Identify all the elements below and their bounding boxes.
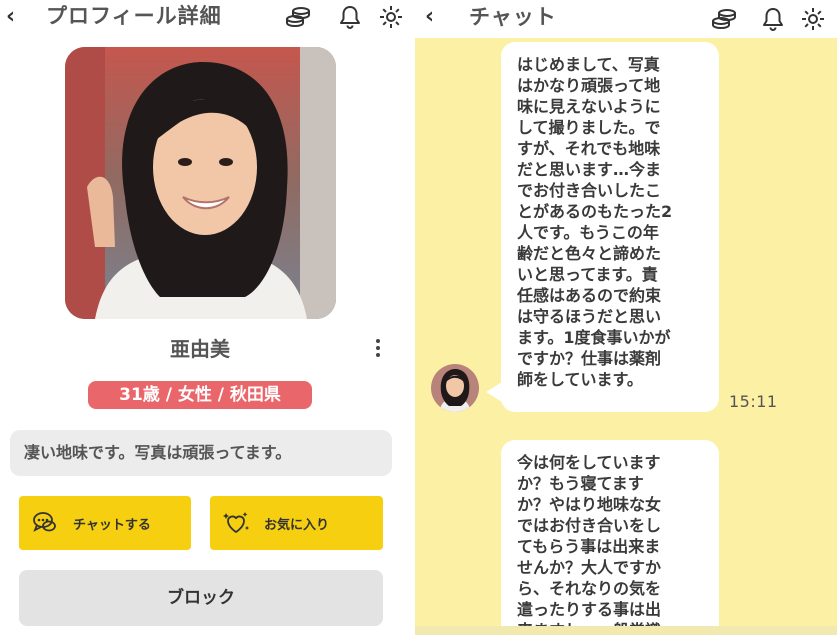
message-bubble: はじめまして、写真 はかなり頑張って地 味に見えないように して撮りました。で … [501, 42, 719, 412]
message-line: 師をしています。 [517, 370, 643, 389]
message-line: ですか？仕事は薬剤 [517, 349, 662, 368]
message-line: ます。1度食事いかが [517, 328, 671, 347]
message-line: 齢だと色々と諦めた [517, 244, 662, 263]
user-name: 亜由美 [170, 337, 230, 361]
message-line: ら、それなりの気を [517, 579, 662, 598]
chat-button[interactable]: チャットする [19, 496, 191, 550]
coins-icon[interactable] [285, 4, 311, 30]
bell-icon[interactable] [337, 4, 363, 30]
more-options-icon[interactable] [371, 336, 385, 362]
message-line: すが、それでも地味 [517, 139, 661, 158]
message-line: 任感はあるので約束 [517, 286, 662, 305]
profile-screen: ‹ プロフィール詳細 亜由美 31歳 / 女性 / 秋田県 凄い地味です。写真は… [0, 0, 407, 635]
chat-button-label: チャットする [73, 517, 151, 533]
back-button[interactable]: ‹ [425, 6, 434, 28]
chat-header: ‹ チャット [415, 0, 837, 38]
page-title: プロフィール詳細 [46, 4, 222, 28]
heart-sparkle-icon [223, 512, 249, 533]
avatar-image [431, 364, 479, 412]
back-button[interactable]: ‹ [6, 6, 15, 28]
gear-icon[interactable] [800, 6, 826, 32]
favorite-button[interactable]: お気に入り [210, 496, 383, 550]
message-line: は守るほうだと思い [517, 307, 662, 326]
message-bubble: 今は何をしています か？もう寝てます か？やはり地味な女 ではお付き合いをし て… [501, 440, 719, 635]
message-line: いと思ってます。責 [517, 265, 658, 284]
bell-icon[interactable] [760, 6, 786, 32]
message-line: せんか？大人ですか [517, 558, 662, 577]
message-line: とがあるのもたった2 [517, 202, 673, 221]
message-line: だと思います…今ま [517, 160, 662, 179]
message-line: か？もう寝てます [517, 474, 644, 493]
profile-info-badge: 31歳 / 女性 / 秋田県 [88, 381, 312, 409]
bubble-tail [486, 382, 502, 402]
profile-bio: 凄い地味です。写真は頑張ってます。 [10, 430, 392, 476]
chat-screen: ‹ チャット はじめまして、写真 はかなり頑張って地 味に見えないように して撮… [415, 0, 837, 635]
pane-divider [407, 0, 415, 635]
message-line: 味に見えないように [517, 97, 661, 116]
message-line: 今は何をしています [517, 453, 661, 472]
gear-icon[interactable] [378, 4, 404, 30]
message-line: はかなり頑張って地 [517, 76, 661, 95]
message-line: 遣ったりする事は出 [517, 600, 662, 619]
message-line: ではお付き合いをし [517, 516, 662, 535]
chat-title: チャット [469, 5, 557, 29]
message-line: か？やはり地味な女 [517, 495, 662, 514]
message-line: 人です。もうこの年 [517, 223, 659, 242]
message-line: して撮りました。で [517, 118, 661, 137]
message-timestamp: 15:11 [729, 392, 778, 411]
profile-photo-image [65, 47, 336, 319]
chat-bubble-icon [33, 512, 56, 532]
favorite-button-label: お気に入り [264, 517, 330, 533]
message-line: はじめまして、写真 [517, 55, 660, 74]
coins-icon[interactable] [711, 6, 737, 32]
message-line: てもらう事は出来ま [517, 537, 661, 556]
sender-avatar[interactable] [431, 364, 479, 412]
message-line: でお付き合いしたこ [517, 181, 662, 200]
input-bar[interactable] [415, 626, 837, 635]
profile-photo[interactable] [65, 47, 336, 319]
profile-header: ‹ プロフィール詳細 [0, 0, 407, 34]
block-button[interactable]: ブロック [19, 570, 383, 626]
